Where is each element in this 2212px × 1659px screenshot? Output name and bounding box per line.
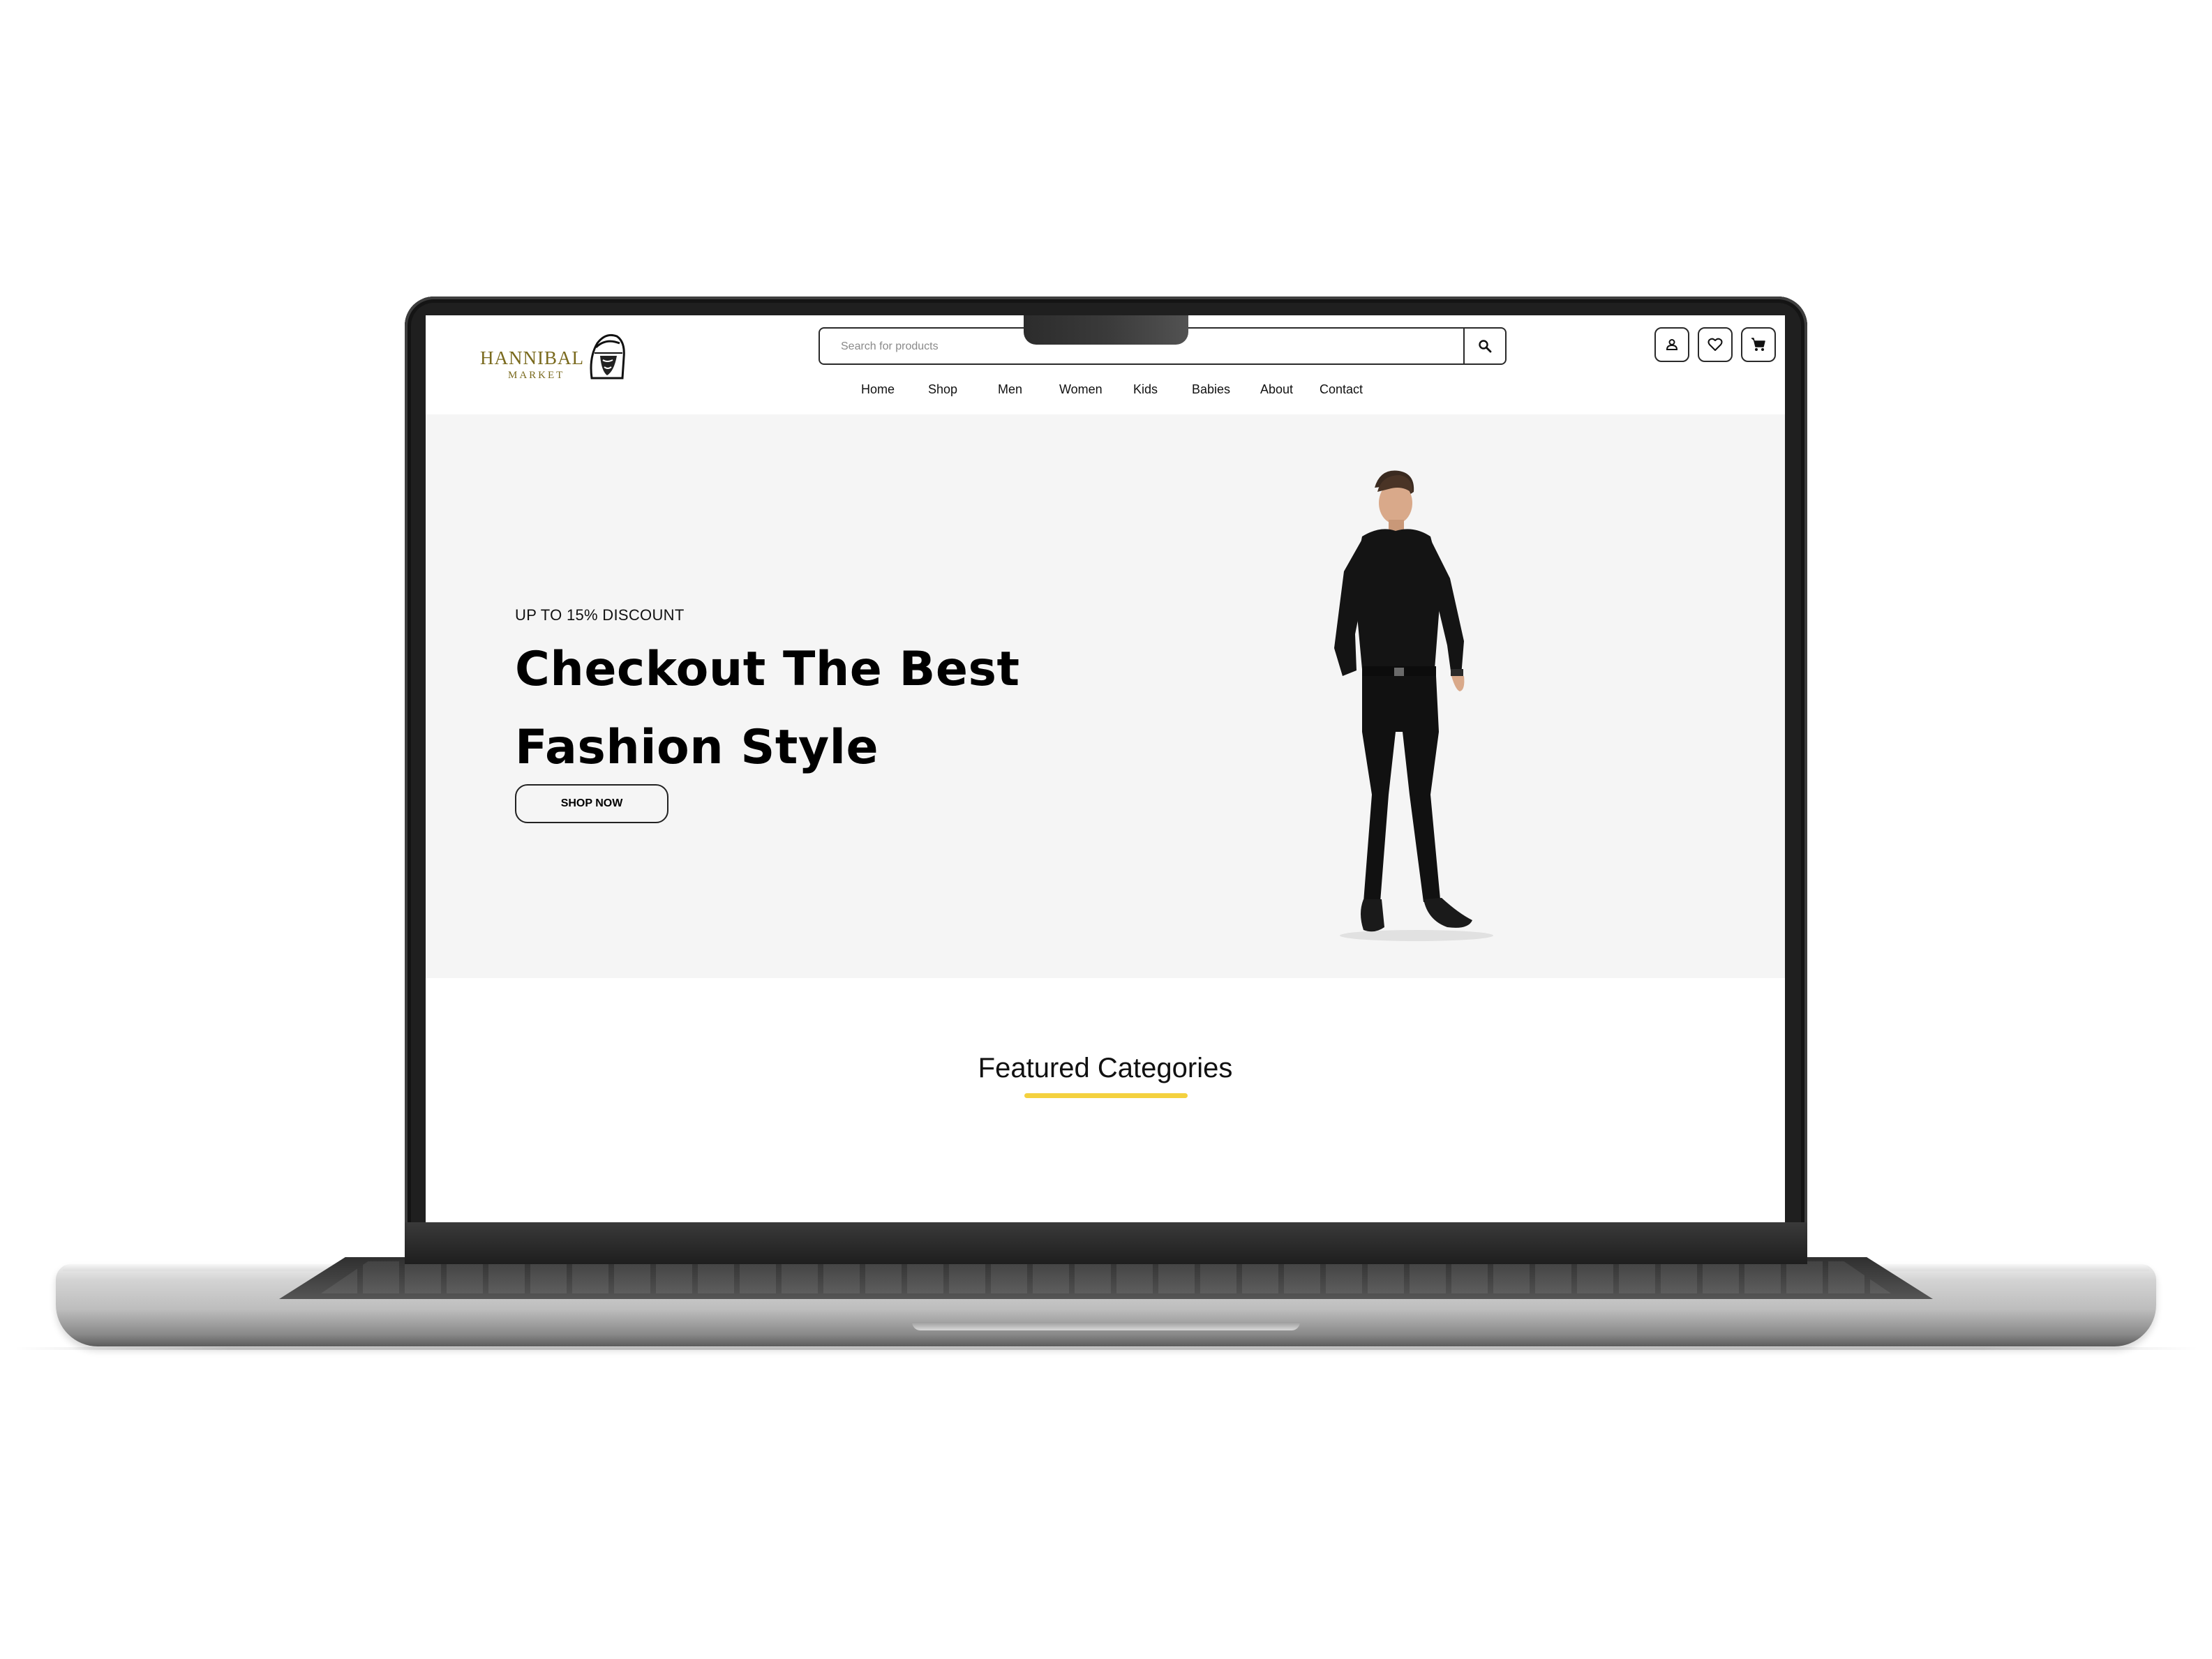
nav-item-women[interactable]: Women <box>1059 382 1103 397</box>
warrior-emblem-icon <box>590 333 625 380</box>
nav-item-contact[interactable]: Contact <box>1320 382 1363 397</box>
wishlist-button[interactable] <box>1698 327 1733 362</box>
hero-discount-text: UP TO 15% DISCOUNT <box>515 606 685 624</box>
user-icon <box>1666 339 1678 350</box>
website-screen: HANNIBAL MARKET Search for products Home… <box>426 315 1785 1222</box>
laptop-shadow <box>14 1347 2198 1350</box>
search-icon <box>1479 340 1492 353</box>
keyboard-keys <box>321 1261 1891 1293</box>
brand-subtitle: MARKET <box>508 370 565 381</box>
featured-categories-title: Featured Categories <box>978 1053 1233 1083</box>
hero-title: Checkout The Best Fashion Style <box>515 631 1073 787</box>
hero-title-line-2: Fashion Style <box>515 720 879 775</box>
featured-title-underline <box>1024 1093 1188 1098</box>
main-nav: Home Shop Men Women Kids Babies About Co… <box>861 382 1391 403</box>
laptop-mockup: HANNIBAL MARKET Search for products Home… <box>0 0 2212 1659</box>
cart-button[interactable] <box>1741 327 1776 362</box>
hero-banner: UP TO 15% DISCOUNT Checkout The Best Fas… <box>426 414 1785 978</box>
hero-title-line-1: Checkout The Best <box>515 642 1020 697</box>
brand-logo[interactable]: HANNIBAL MARKET <box>480 329 634 389</box>
nav-item-about[interactable]: About <box>1260 382 1293 397</box>
nav-item-babies[interactable]: Babies <box>1192 382 1230 397</box>
shop-now-button[interactable]: SHOP NOW <box>515 784 668 823</box>
nav-item-kids[interactable]: Kids <box>1133 382 1158 397</box>
male-model-image <box>1334 470 1493 941</box>
account-button[interactable] <box>1654 327 1689 362</box>
search-button[interactable] <box>1463 329 1505 363</box>
heart-icon <box>1707 338 1723 351</box>
cart-icon <box>1751 338 1765 351</box>
brand-name: HANNIBAL <box>480 347 584 368</box>
nav-item-men[interactable]: Men <box>998 382 1022 397</box>
laptop-bezel-bottom <box>405 1222 1807 1264</box>
trackpad-notch <box>912 1322 1300 1330</box>
nav-item-shop[interactable]: Shop <box>928 382 957 397</box>
nav-item-home[interactable]: Home <box>861 382 895 397</box>
camera-notch <box>1024 315 1188 345</box>
